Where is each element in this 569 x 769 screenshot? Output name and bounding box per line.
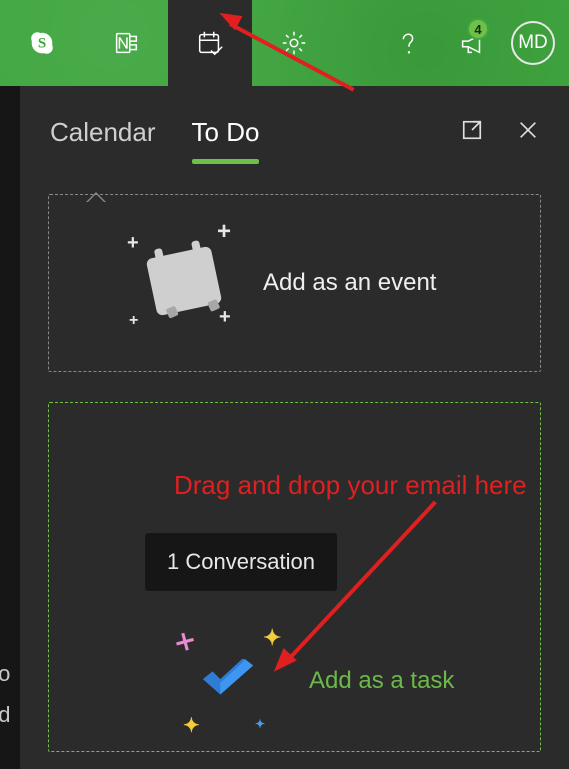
tab-calendar[interactable]: Calendar: [50, 117, 156, 164]
top-nav-bar: S 4: [0, 0, 569, 86]
avatar[interactable]: MD: [511, 21, 555, 65]
myday-panel: to ed Calendar To Do +: [20, 86, 569, 769]
avatar-initials: MD: [518, 32, 548, 54]
close-icon: [517, 119, 539, 141]
event-dropzone-label: Add as an event: [263, 269, 436, 297]
onenote-icon: [111, 28, 141, 58]
task-illustration: ✕ ✦ ✦ ✦: [169, 629, 289, 739]
notification-badge: 4: [467, 18, 489, 40]
help-icon: [394, 28, 424, 58]
close-button[interactable]: [517, 116, 539, 164]
announcements-button[interactable]: 4: [439, 0, 505, 86]
task-dropzone[interactable]: 1 Conversation ✕ ✦ ✦ ✦ Add as a task: [48, 402, 541, 752]
annotation-text: Drag and drop your email here: [174, 470, 527, 501]
tab-todo[interactable]: To Do: [192, 117, 260, 164]
help-button[interactable]: [379, 0, 439, 86]
bg-text: ed: [0, 702, 10, 728]
bg-text: to: [0, 661, 10, 687]
popout-icon: [461, 119, 483, 141]
skype-button[interactable]: S: [0, 0, 84, 86]
conversation-count-pill: 1 Conversation: [145, 533, 337, 591]
background-sliver: to ed: [0, 86, 20, 769]
myday-button[interactable]: [168, 0, 252, 86]
popout-button[interactable]: [461, 119, 483, 162]
todo-check-icon: [199, 659, 257, 703]
svg-text:S: S: [38, 36, 46, 52]
skype-icon: S: [27, 28, 57, 58]
onenote-button[interactable]: [84, 0, 168, 86]
calendar-check-icon: [195, 28, 225, 58]
panel-tabs: Calendar To Do: [20, 86, 569, 164]
calendar-illustration: + + + +: [139, 228, 229, 338]
event-dropzone[interactable]: + + + + Add as an event: [48, 194, 541, 372]
task-dropzone-label: Add as a task: [309, 667, 454, 695]
